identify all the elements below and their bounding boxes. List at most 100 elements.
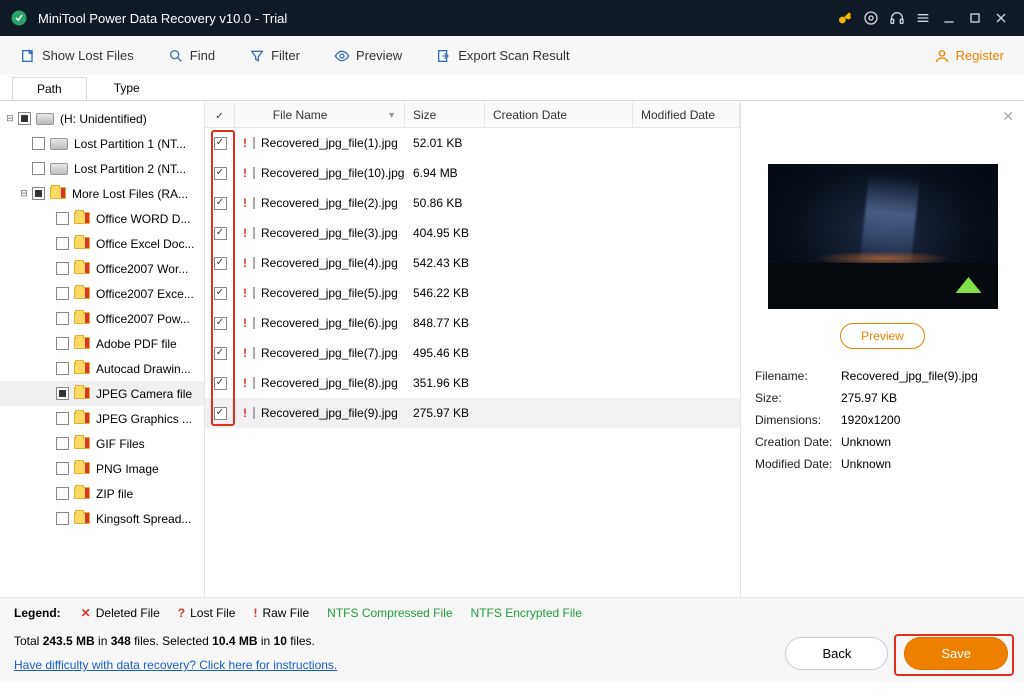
header-size[interactable]: Size <box>405 102 485 127</box>
file-checkbox[interactable] <box>214 197 227 210</box>
tree-checkbox[interactable] <box>18 112 31 125</box>
tree-checkbox[interactable] <box>56 287 69 300</box>
tree-item[interactable]: Office2007 Exce... <box>0 281 204 306</box>
header-modified-date[interactable]: Modified Date <box>633 102 740 127</box>
preview-toolbar-button[interactable]: Preview <box>324 44 412 68</box>
tab-type[interactable]: Type <box>89 76 165 100</box>
tree-checkbox[interactable] <box>56 462 69 475</box>
tree-item-label: Autocad Drawin... <box>96 362 191 376</box>
tree-item[interactable]: Office WORD D... <box>0 206 204 231</box>
file-row[interactable]: !Recovered_jpg_file(10).jpg6.94 MB <box>205 158 740 188</box>
tree-item[interactable]: Kingsoft Spread... <box>0 506 204 531</box>
file-checkbox[interactable] <box>214 227 227 240</box>
folder-icon <box>74 337 90 351</box>
tree-checkbox[interactable] <box>32 187 45 200</box>
file-list: File Name▼ Size Creation Date Modified D… <box>205 102 741 597</box>
tree-item[interactable]: Lost Partition 2 (NT... <box>0 156 204 181</box>
tree-item-label: PNG Image <box>96 462 159 476</box>
folder-icon <box>74 487 90 501</box>
tree-item-label: Kingsoft Spread... <box>96 512 191 526</box>
file-row[interactable]: !Recovered_jpg_file(1).jpg52.01 KB <box>205 128 740 158</box>
find-button[interactable]: Find <box>158 44 225 68</box>
tree-checkbox[interactable] <box>56 237 69 250</box>
show-lost-files-button[interactable]: Show Lost Files <box>10 44 144 68</box>
file-name: Recovered_jpg_file(3).jpg <box>261 226 398 240</box>
header-filename[interactable]: File Name▼ <box>235 102 405 127</box>
file-row[interactable]: !Recovered_jpg_file(6).jpg848.77 KB <box>205 308 740 338</box>
menu-icon[interactable] <box>910 5 936 31</box>
headphones-icon[interactable] <box>884 5 910 31</box>
tree-item[interactable]: Adobe PDF file <box>0 331 204 356</box>
file-row[interactable]: !Recovered_jpg_file(7).jpg495.46 KB <box>205 338 740 368</box>
preview-button[interactable]: Preview <box>840 323 925 349</box>
select-all-checkbox[interactable] <box>215 108 223 122</box>
tree-item[interactable]: JPEG Graphics ... <box>0 406 204 431</box>
file-row[interactable]: !Recovered_jpg_file(5).jpg546.22 KB <box>205 278 740 308</box>
save-button[interactable]: Save <box>904 637 1008 670</box>
file-checkbox[interactable] <box>214 347 227 360</box>
tree-checkbox[interactable] <box>56 437 69 450</box>
file-checkbox[interactable] <box>214 317 227 330</box>
tree-item[interactable]: GIF Files <box>0 431 204 456</box>
collapse-icon[interactable]: ⊟ <box>18 188 30 200</box>
file-row[interactable]: !Recovered_jpg_file(9).jpg275.97 KB <box>205 398 740 428</box>
tree-item-label: Office2007 Pow... <box>96 312 190 326</box>
header-checkbox-col[interactable] <box>205 102 235 127</box>
tree-item[interactable]: PNG Image <box>0 456 204 481</box>
tree-item[interactable]: ZIP file <box>0 481 204 506</box>
tree-item[interactable]: Office2007 Wor... <box>0 256 204 281</box>
tree-checkbox[interactable] <box>56 512 69 525</box>
tree-checkbox[interactable] <box>56 212 69 225</box>
register-button[interactable]: Register <box>934 48 1014 64</box>
file-checkbox[interactable] <box>214 377 227 390</box>
header-filename-label: File Name <box>273 108 328 122</box>
show-lost-files-label: Show Lost Files <box>42 48 134 63</box>
disc-icon[interactable] <box>858 5 884 31</box>
file-row[interactable]: !Recovered_jpg_file(4).jpg542.43 KB <box>205 248 740 278</box>
tree-checkbox[interactable] <box>56 362 69 375</box>
file-checkbox[interactable] <box>214 407 227 420</box>
file-checkbox[interactable] <box>214 287 227 300</box>
tab-path[interactable]: Path <box>12 77 87 100</box>
tree-item[interactable]: ⊟More Lost Files (RA... <box>0 181 204 206</box>
tree-checkbox[interactable] <box>56 487 69 500</box>
tree-checkbox[interactable] <box>56 387 69 400</box>
file-checkbox[interactable] <box>214 167 227 180</box>
file-row[interactable]: !Recovered_jpg_file(2).jpg50.86 KB <box>205 188 740 218</box>
export-button[interactable]: Export Scan Result <box>426 44 579 68</box>
header-creation-date[interactable]: Creation Date <box>485 102 633 127</box>
folder-tree: ⊟ (H: Unidentified) Lost Partition 1 (NT… <box>0 102 205 597</box>
minimize-button[interactable] <box>936 5 962 31</box>
file-row[interactable]: !Recovered_jpg_file(3).jpg404.95 KB <box>205 218 740 248</box>
tab-path-label: Path <box>37 82 62 96</box>
file-checkbox[interactable] <box>214 137 227 150</box>
close-button[interactable] <box>988 5 1014 31</box>
tree-checkbox[interactable] <box>32 137 45 150</box>
tree-checkbox[interactable] <box>32 162 45 175</box>
tree-checkbox[interactable] <box>56 337 69 350</box>
maximize-button[interactable] <box>962 5 988 31</box>
file-size: 495.46 KB <box>413 346 469 360</box>
collapse-icon[interactable]: ⊟ <box>4 113 16 125</box>
tree-checkbox[interactable] <box>56 262 69 275</box>
tree-item[interactable]: Autocad Drawin... <box>0 356 204 381</box>
tree-item[interactable]: Office2007 Pow... <box>0 306 204 331</box>
tree-item[interactable]: JPEG Camera file <box>0 381 204 406</box>
file-checkbox[interactable] <box>214 257 227 270</box>
upgrade-key-icon[interactable] <box>832 5 858 31</box>
tree-checkbox[interactable] <box>56 412 69 425</box>
file-name: Recovered_jpg_file(2).jpg <box>261 196 398 210</box>
back-button[interactable]: Back <box>785 637 888 670</box>
image-file-icon <box>253 377 255 389</box>
file-row[interactable]: !Recovered_jpg_file(8).jpg351.96 KB <box>205 368 740 398</box>
tree-item[interactable]: Lost Partition 1 (NT... <box>0 131 204 156</box>
raw-file-icon: ! <box>243 346 247 360</box>
tree-item[interactable]: Office Excel Doc... <box>0 231 204 256</box>
image-file-icon <box>253 317 255 329</box>
tree-checkbox[interactable] <box>56 312 69 325</box>
close-preview-icon[interactable]: ✕ <box>1002 108 1014 125</box>
filter-button[interactable]: Filter <box>239 44 310 68</box>
tree-root[interactable]: ⊟ (H: Unidentified) <box>0 106 204 131</box>
spacer <box>42 238 54 250</box>
help-link[interactable]: Have difficulty with data recovery? Clic… <box>14 658 337 672</box>
